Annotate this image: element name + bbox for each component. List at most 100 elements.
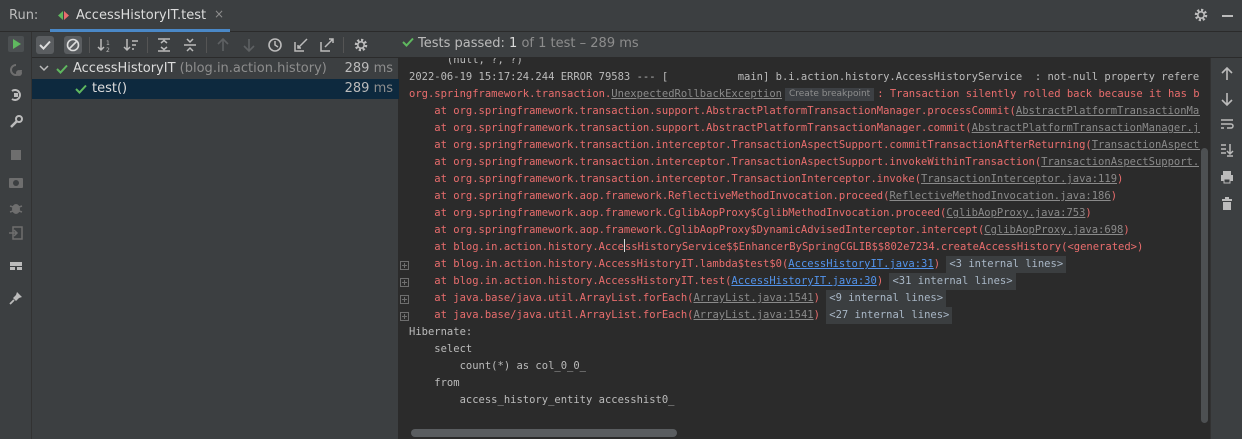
soft-wrap-icon[interactable]: [1219, 116, 1235, 132]
frame-link[interactable]: CglibAopProxy.java:753: [946, 207, 1085, 219]
export-icon[interactable]: [8, 225, 24, 241]
debug-icon[interactable]: [8, 200, 24, 216]
sort-alphabetically-button[interactable]: 12: [96, 36, 114, 54]
frame-end: ): [813, 292, 820, 304]
show-passed-button[interactable]: [36, 36, 54, 54]
fold-expand-icon[interactable]: [400, 261, 409, 270]
test-history-button[interactable]: [266, 36, 284, 54]
stop-icon[interactable]: [8, 147, 24, 163]
frame-end: ): [933, 258, 941, 270]
fold-expand-icon[interactable]: [400, 295, 409, 304]
frame-link[interactable]: CglibAopProxy.java:698: [984, 224, 1123, 236]
sql-line: access_history_entity accesshist0_: [409, 394, 675, 406]
print-icon[interactable]: [1219, 169, 1235, 185]
status-prefix: Tests passed:: [418, 36, 505, 51]
export-tests-button[interactable]: [318, 36, 336, 54]
console-line: 2022-06-19 15:17:24.244 ERROR 79583 --- …: [409, 71, 1200, 83]
internal-lines-fold[interactable]: <3 internal lines>: [946, 256, 1067, 273]
frame-link[interactable]: ReflectiveMethodInvocation.java:186: [889, 190, 1110, 202]
tab-accesshistoryit-test[interactable]: AccessHistoryIT.test ×: [50, 0, 230, 32]
collapse-all-button[interactable]: [181, 36, 199, 54]
frame-link[interactable]: AbstractPlatformTransactionManager.java:…: [972, 122, 1200, 134]
frame-text: at blog.in.action.history.AccessHistoryI…: [409, 258, 789, 270]
tree-row-test[interactable]: test() 289 ms: [32, 79, 399, 99]
create-breakpoint-hint[interactable]: Create breakpoint: [784, 88, 875, 101]
internal-lines-fold[interactable]: <27 internal lines>: [826, 307, 953, 324]
arrow-up-icon: [217, 37, 229, 51]
tree-root-name: AccessHistoryIT: [73, 61, 176, 76]
wrench-icon[interactable]: [8, 114, 24, 130]
minimize-icon[interactable]: [1222, 15, 1233, 17]
frame-end: ): [876, 275, 884, 287]
import-tests-button[interactable]: [292, 36, 310, 54]
settings-gear-icon: [354, 38, 368, 52]
toolbar-separator: [89, 37, 90, 53]
console-output[interactable]: (null, ?, ?) 2022-06-19 15:17:24.244 ERR…: [400, 58, 1200, 439]
camera-icon[interactable]: [8, 174, 24, 190]
frame-text: at org.springframework.transaction.inter…: [409, 139, 1092, 151]
stack-frame: at blog.in.action.history.AccessHistoryI…: [409, 256, 1067, 273]
toolbar-separator: [343, 37, 344, 53]
internal-lines-fold[interactable]: <31 internal lines>: [889, 273, 1016, 290]
frame-text: at blog.in.action.history.Acce: [409, 241, 624, 253]
frame-link[interactable]: AbstractPlatformTransactionManager.j: [1016, 105, 1200, 117]
frame-link[interactable]: AccessHistoryIT.java:30: [731, 275, 876, 287]
sql-line: from: [409, 377, 460, 389]
frame-text: ssHistoryService$$EnhancerBySpringCGLIB$…: [624, 241, 1144, 253]
fold-expand-icon[interactable]: [400, 312, 409, 321]
tree-root-time: 289 ms: [345, 61, 393, 76]
scroll-up-icon[interactable]: [1219, 66, 1235, 82]
horizontal-scrollbar[interactable]: [411, 429, 677, 437]
status-time: 289 ms: [590, 36, 639, 51]
pin-icon[interactable]: [8, 290, 24, 306]
stack-frame: at org.springframework.transaction.suppo…: [409, 120, 1200, 137]
layout-icon[interactable]: [8, 258, 24, 274]
test-settings-button[interactable]: [352, 36, 370, 54]
run-config-icon: [58, 11, 69, 20]
tree-root-time-unit: ms: [373, 61, 393, 76]
scroll-down-icon[interactable]: [1219, 91, 1235, 107]
fold-expand-icon[interactable]: [400, 278, 409, 287]
previous-failed-button[interactable]: [214, 36, 232, 54]
trash-icon[interactable]: [1219, 195, 1235, 211]
run-label: Run:: [9, 8, 39, 23]
vertical-scrollbar[interactable]: [1201, 148, 1208, 423]
expand-all-button[interactable]: [155, 36, 173, 54]
stack-frame: at org.springframework.aop.framework.Cgl…: [409, 222, 1129, 239]
frame-end: ): [1110, 190, 1118, 202]
tab-close-icon[interactable]: ×: [214, 7, 224, 21]
frame-link[interactable]: ArrayList.java:1541: [693, 292, 813, 304]
stack-frame: at java.base/java.util.ArrayList.forEach…: [409, 290, 947, 307]
frame-link[interactable]: TransactionInterceptor.java:119: [921, 173, 1117, 185]
tree-row-accesshistoryit[interactable]: AccessHistoryIT (blog.in.action.history)…: [32, 59, 399, 79]
status-dash: –: [579, 36, 587, 51]
frame-text: at java.base/java.util.ArrayList.forEach…: [409, 292, 694, 304]
stack-frame: at org.springframework.transaction.inter…: [409, 137, 1200, 154]
frame-text: at org.springframework.transaction.inter…: [409, 156, 1042, 168]
frame-link[interactable]: TransactionAspectSupport.java:40: [1041, 156, 1200, 168]
frame-text: at org.springframework.transaction.suppo…: [409, 122, 972, 134]
exception-link[interactable]: UnexpectedRollbackException: [611, 88, 782, 100]
next-failed-button[interactable]: [240, 36, 258, 54]
exception-package: org.springframework.transaction.: [409, 88, 612, 100]
tree-child-time: 289 ms: [345, 81, 393, 96]
frame-link[interactable]: TransactionAspectSupport: [1092, 139, 1200, 151]
collapse-all-icon: [184, 38, 196, 52]
chevron-down-icon[interactable]: [38, 62, 50, 74]
left-tool-strip: [0, 32, 32, 439]
internal-lines-fold[interactable]: <9 internal lines>: [826, 290, 947, 307]
arrow-down-icon: [243, 39, 255, 53]
toggle-auto-test-icon[interactable]: [8, 87, 24, 103]
rerun-failed-icon[interactable]: [8, 62, 24, 78]
sort-by-duration-button[interactable]: [122, 36, 140, 54]
toolbar-separator: [206, 37, 207, 53]
rerun-icon[interactable]: [8, 36, 24, 52]
scroll-to-end-icon[interactable]: [1219, 142, 1235, 158]
frame-link[interactable]: AccessHistoryIT.java:31: [788, 258, 933, 270]
frame-text: at java.base/java.util.ArrayList.forEach…: [409, 309, 694, 321]
frame-text: at org.springframework.transaction.suppo…: [409, 105, 1016, 117]
gear-icon[interactable]: [1193, 7, 1209, 23]
frame-text: at org.springframework.aop.framework.Ref…: [409, 190, 890, 202]
frame-link[interactable]: ArrayList.java:1541: [693, 309, 813, 321]
show-ignored-button[interactable]: [64, 36, 82, 54]
